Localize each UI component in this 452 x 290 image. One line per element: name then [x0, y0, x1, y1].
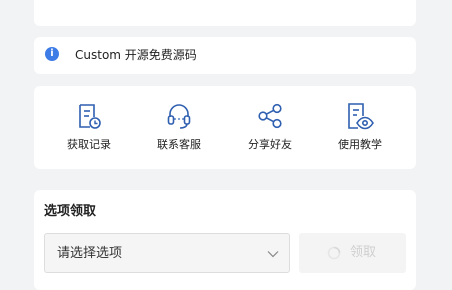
notice-bar: i Custom 开源免费源码 — [34, 37, 416, 74]
action-label: 获取记录 — [67, 138, 111, 151]
action-share-friends[interactable]: 分享好友 — [225, 86, 315, 169]
action-label: 使用教学 — [338, 138, 382, 151]
action-tutorial[interactable]: 使用教学 — [315, 86, 405, 169]
headset-icon — [167, 104, 191, 129]
option-claim-card: 选项领取 请选择选项 领取 — [34, 190, 416, 290]
record-icon — [79, 104, 101, 129]
notice-text: Custom 开源免费源码 — [75, 48, 197, 62]
claim-title: 选项领取 — [44, 204, 97, 219]
select-placeholder: 请选择选项 — [57, 246, 123, 261]
action-label: 联系客服 — [157, 138, 201, 151]
action-get-records[interactable]: 获取记录 — [44, 86, 134, 169]
tutorial-icon — [348, 103, 374, 130]
loading-icon — [327, 246, 341, 260]
option-select[interactable]: 请选择选项 — [44, 233, 290, 273]
action-contact-support[interactable]: 联系客服 — [134, 86, 224, 169]
action-label: 分享好友 — [248, 138, 292, 151]
claim-button[interactable]: 领取 — [299, 233, 406, 273]
quick-actions: 获取记录 联系客服 分享好友 使用教学 — [34, 86, 416, 169]
top-card — [34, 0, 416, 26]
claim-button-label: 领取 — [350, 245, 377, 260]
info-icon: i — [45, 47, 59, 61]
share-icon — [258, 103, 282, 129]
chevron-down-icon — [267, 251, 279, 258]
